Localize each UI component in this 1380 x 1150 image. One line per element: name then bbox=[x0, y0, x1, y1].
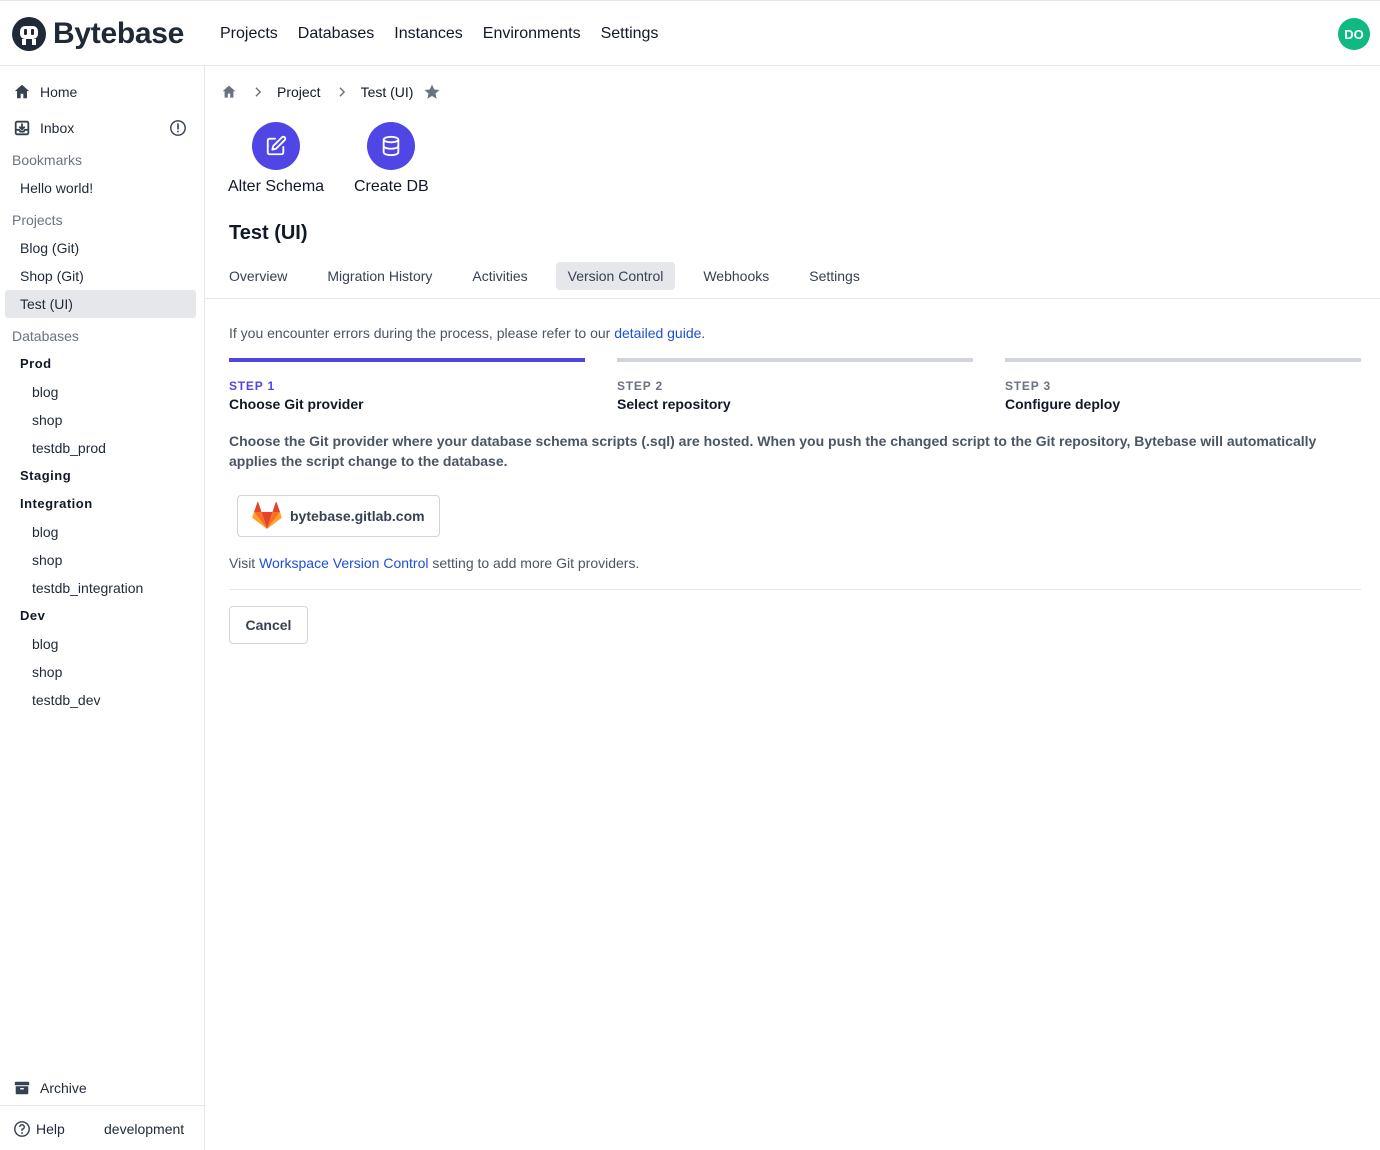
bookmarks-header: Bookmarks bbox=[12, 152, 83, 168]
db-dev-shop[interactable]: shop bbox=[32, 664, 62, 680]
top-bar: Bytebase Projects Databases Instances En… bbox=[0, 0, 1380, 66]
app-name: Bytebase bbox=[53, 17, 185, 50]
bytebase-logo[interactable]: Bytebase bbox=[12, 17, 184, 51]
tab-activities[interactable]: Activities bbox=[460, 262, 539, 290]
step-progress-bar bbox=[229, 358, 585, 362]
sidebar: Home Inbox Bookmarks Hello world! Projec… bbox=[0, 66, 205, 1150]
step-title: Select repository bbox=[617, 396, 731, 412]
database-icon bbox=[383, 135, 400, 157]
bytebase-logo-icon bbox=[12, 17, 46, 51]
page-title: Test (UI) bbox=[229, 222, 308, 244]
step-number: STEP 1 bbox=[229, 379, 275, 393]
step-progress-bar bbox=[617, 358, 973, 362]
provider-label: bytebase.gitlab.com bbox=[290, 508, 425, 524]
notice-text: If you encounter errors during the proce… bbox=[229, 325, 615, 341]
visit-suffix: setting to add more Git providers. bbox=[428, 555, 640, 571]
step-title: Configure deploy bbox=[1005, 396, 1121, 412]
notice-suffix: . bbox=[701, 325, 706, 341]
star-icon[interactable] bbox=[423, 83, 441, 101]
db-integration-blog[interactable]: blog bbox=[32, 524, 58, 540]
breadcrumb: Project Test (UI) bbox=[221, 83, 441, 101]
tab-settings[interactable]: Settings bbox=[797, 262, 872, 290]
visit-prefix: Visit bbox=[229, 555, 260, 571]
create-db-circle bbox=[367, 122, 416, 170]
step-1: STEP 1 Choose Git provider bbox=[229, 358, 585, 412]
alert-circle-icon bbox=[170, 120, 186, 136]
help-label: Help bbox=[36, 1121, 65, 1137]
visit-notice: Visit Workspace Version Control setting … bbox=[229, 555, 639, 571]
mode-label: development bbox=[104, 1121, 185, 1137]
projects-header: Projects bbox=[12, 212, 63, 228]
sidebar-project-shop[interactable]: Shop (Git) bbox=[20, 268, 84, 284]
main-content: Project Test (UI) Alter Schema Create DB… bbox=[205, 66, 1380, 1150]
tab-version-control[interactable]: Version Control bbox=[555, 262, 676, 290]
db-prod-blog[interactable]: blog bbox=[32, 384, 58, 400]
gitlab-provider-button[interactable]: bytebase.gitlab.com bbox=[237, 495, 440, 537]
alter-schema-label: Alter Schema bbox=[228, 178, 325, 195]
breadcrumb-project[interactable]: Project bbox=[277, 84, 321, 100]
chevron-right-icon bbox=[338, 87, 345, 97]
env-prod[interactable]: Prod bbox=[20, 356, 52, 371]
bookmark-item[interactable]: Hello world! bbox=[20, 180, 93, 196]
sidebar-item-archive[interactable]: Archive bbox=[0, 1078, 204, 1098]
top-nav: Projects Databases Instances Environment… bbox=[210, 23, 668, 45]
sidebar-item-home[interactable]: Home bbox=[0, 82, 204, 102]
sidebar-item-label: Inbox bbox=[40, 120, 75, 136]
tab-migration-history[interactable]: Migration History bbox=[315, 262, 444, 290]
nav-settings[interactable]: Settings bbox=[591, 23, 669, 45]
pencil-square-icon bbox=[266, 135, 287, 156]
nav-projects[interactable]: Projects bbox=[210, 23, 288, 45]
detailed-guide-link[interactable]: detailed guide bbox=[614, 325, 701, 341]
help-circle-icon bbox=[14, 1121, 30, 1137]
cancel-button[interactable]: Cancel bbox=[229, 606, 308, 644]
env-dev[interactable]: Dev bbox=[20, 608, 45, 623]
sidebar-project-test[interactable]: Test (UI) bbox=[20, 296, 73, 312]
alter-schema-button[interactable]: Alter Schema bbox=[228, 122, 324, 196]
nav-databases[interactable]: Databases bbox=[288, 23, 385, 45]
breadcrumb-current: Test (UI) bbox=[360, 84, 414, 100]
sidebar-divider bbox=[0, 1105, 204, 1106]
db-integration-shop[interactable]: shop bbox=[32, 552, 62, 568]
sidebar-item-label: Archive bbox=[40, 1080, 87, 1096]
step-progress-bar bbox=[1005, 358, 1361, 362]
workspace-version-control-link[interactable]: Workspace Version Control bbox=[259, 555, 428, 571]
sidebar-item-label: Home bbox=[40, 84, 78, 100]
db-integration-testdb[interactable]: testdb_integration bbox=[32, 580, 143, 596]
tabs-divider bbox=[205, 298, 1380, 299]
env-staging[interactable]: Staging bbox=[20, 468, 71, 483]
create-db-button[interactable]: Create DB bbox=[354, 122, 429, 196]
db-dev-testdb[interactable]: testdb_dev bbox=[32, 692, 101, 708]
project-tabs: Overview Migration History Activities Ve… bbox=[217, 262, 888, 290]
error-notice: If you encounter errors during the proce… bbox=[229, 325, 705, 341]
nav-environments[interactable]: Environments bbox=[473, 23, 591, 45]
tab-webhooks[interactable]: Webhooks bbox=[691, 262, 781, 290]
create-db-label: Create DB bbox=[354, 178, 429, 195]
db-prod-testdb[interactable]: testdb_prod bbox=[32, 440, 106, 456]
databases-header: Databases bbox=[12, 328, 79, 344]
archive-icon bbox=[14, 1081, 30, 1095]
action-divider bbox=[229, 589, 1361, 590]
alter-schema-circle bbox=[252, 122, 301, 170]
sidebar-item-inbox[interactable]: Inbox bbox=[0, 118, 204, 138]
sidebar-project-blog[interactable]: Blog (Git) bbox=[20, 240, 79, 256]
nav-instances[interactable]: Instances bbox=[384, 23, 472, 45]
step-3: STEP 3 Configure deploy bbox=[1005, 358, 1361, 412]
step-number: STEP 3 bbox=[1005, 379, 1051, 393]
step-2: STEP 2 Select repository bbox=[617, 358, 973, 412]
provider-description: Choose the Git provider where your datab… bbox=[229, 433, 1317, 469]
env-integration[interactable]: Integration bbox=[20, 496, 93, 511]
db-prod-shop[interactable]: shop bbox=[32, 412, 62, 428]
step-number: STEP 2 bbox=[617, 379, 663, 393]
home-icon bbox=[14, 84, 30, 99]
chevron-right-icon bbox=[255, 87, 262, 97]
user-avatar[interactable]: DO bbox=[1338, 18, 1370, 50]
step-title: Choose Git provider bbox=[229, 396, 364, 412]
tab-overview[interactable]: Overview bbox=[217, 262, 299, 290]
db-dev-blog[interactable]: blog bbox=[32, 636, 58, 652]
home-icon[interactable] bbox=[221, 84, 237, 100]
inbox-icon bbox=[14, 120, 30, 136]
gitlab-icon bbox=[252, 502, 282, 529]
